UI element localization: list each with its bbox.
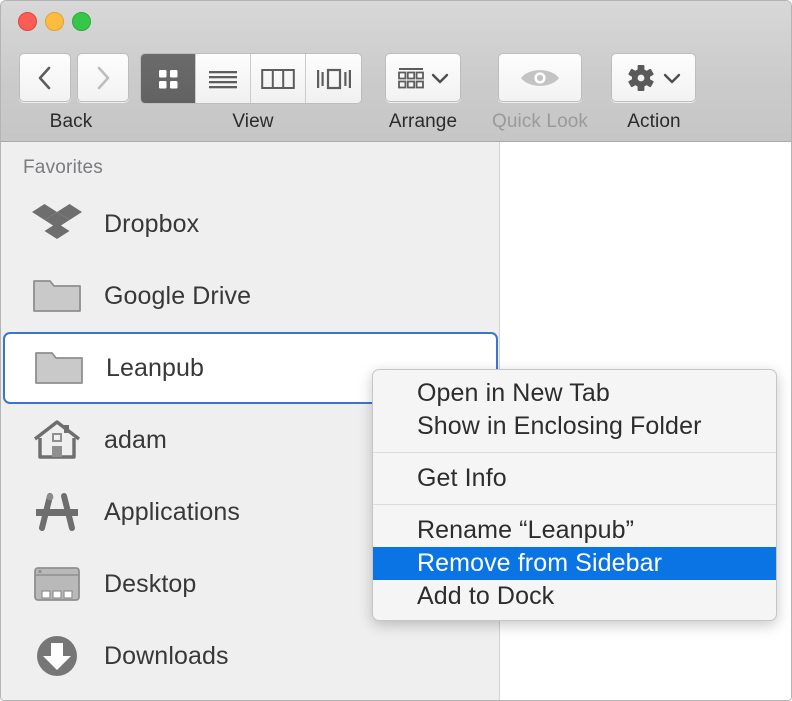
toolbar-label-action: Action xyxy=(603,111,705,133)
chevron-down-icon xyxy=(431,71,449,85)
toolbar-label-back: Back xyxy=(9,111,133,133)
back-button[interactable] xyxy=(19,53,71,102)
toolbar-group-arrange: Arrange xyxy=(373,51,473,109)
sidebar-item-label: Applications xyxy=(104,498,240,527)
menu-item-add-to-dock[interactable]: Add to Dock xyxy=(373,580,776,613)
menu-item-remove-from-sidebar[interactable]: Remove from Sidebar xyxy=(373,547,776,580)
sidebar-item-downloads[interactable]: Downloads xyxy=(1,620,500,692)
finder-window: Back xyxy=(0,0,792,701)
sidebar-item-google-drive[interactable]: Google Drive xyxy=(1,260,500,332)
columns-icon xyxy=(261,67,295,91)
list-icon xyxy=(207,67,239,91)
gallery-icon xyxy=(316,67,352,91)
window-titlebar: Back xyxy=(1,1,791,142)
sidebar-item-label: adam xyxy=(104,426,167,455)
downloads-icon xyxy=(31,633,83,679)
home-icon xyxy=(31,417,83,463)
toolbar-label-arrange: Arrange xyxy=(373,111,473,133)
view-mode-column[interactable] xyxy=(251,54,306,103)
minimize-button[interactable] xyxy=(45,12,64,31)
applications-icon xyxy=(31,489,83,535)
menu-item-open-in-new-tab[interactable]: Open in New Tab xyxy=(373,377,776,410)
chevron-left-icon xyxy=(35,64,55,92)
traffic-light-buttons xyxy=(18,12,91,31)
desktop-icon xyxy=(31,561,83,607)
toolbar-label-quicklook: Quick Look xyxy=(479,111,601,133)
chevron-down-icon xyxy=(663,71,681,85)
action-button[interactable] xyxy=(611,53,696,102)
folder-icon xyxy=(33,345,85,391)
sidebar-item-label: Desktop xyxy=(104,570,196,599)
finder-toolbar: Back xyxy=(1,51,791,109)
chevron-right-icon xyxy=(93,64,113,92)
toolbar-group-quicklook: Quick Look xyxy=(479,51,601,109)
sidebar-item-label: Dropbox xyxy=(104,210,199,239)
eye-icon xyxy=(519,65,561,91)
toolbar-group-action: Action xyxy=(603,51,705,109)
arrange-button[interactable] xyxy=(385,53,461,102)
gear-icon xyxy=(626,63,656,93)
sidebar-item-label: Downloads xyxy=(104,642,229,671)
menu-item-rename[interactable]: Rename “Leanpub” xyxy=(373,514,776,547)
context-menu: Open in New Tab Show in Enclosing Folder… xyxy=(372,369,777,621)
menu-separator xyxy=(373,504,776,505)
menu-separator xyxy=(373,452,776,453)
arrange-grid-icon xyxy=(397,65,425,91)
view-mode-segmented-control xyxy=(140,53,362,104)
view-mode-list[interactable] xyxy=(196,54,251,103)
menu-item-show-in-enclosing-folder[interactable]: Show in Enclosing Folder xyxy=(373,410,776,443)
forward-button[interactable] xyxy=(77,53,129,102)
zoom-button[interactable] xyxy=(72,12,91,31)
close-button[interactable] xyxy=(18,12,37,31)
sidebar-item-label: Leanpub xyxy=(106,354,204,383)
navigation-buttons xyxy=(19,53,129,102)
toolbar-group-view: View xyxy=(137,51,369,109)
toolbar-group-back: Back xyxy=(9,51,133,109)
grid-icon xyxy=(155,66,181,92)
sidebar-item-dropbox[interactable]: Dropbox xyxy=(1,188,500,260)
view-mode-icon[interactable] xyxy=(141,54,196,103)
sidebar-item-label: Google Drive xyxy=(104,282,251,311)
dropbox-icon xyxy=(31,201,83,247)
toolbar-label-view: View xyxy=(137,111,369,133)
sidebar-section-favorites: Favorites xyxy=(23,157,103,179)
folder-icon xyxy=(31,273,83,319)
menu-item-get-info[interactable]: Get Info xyxy=(373,462,776,495)
quick-look-button[interactable] xyxy=(498,53,582,102)
view-mode-gallery[interactable] xyxy=(306,54,361,103)
